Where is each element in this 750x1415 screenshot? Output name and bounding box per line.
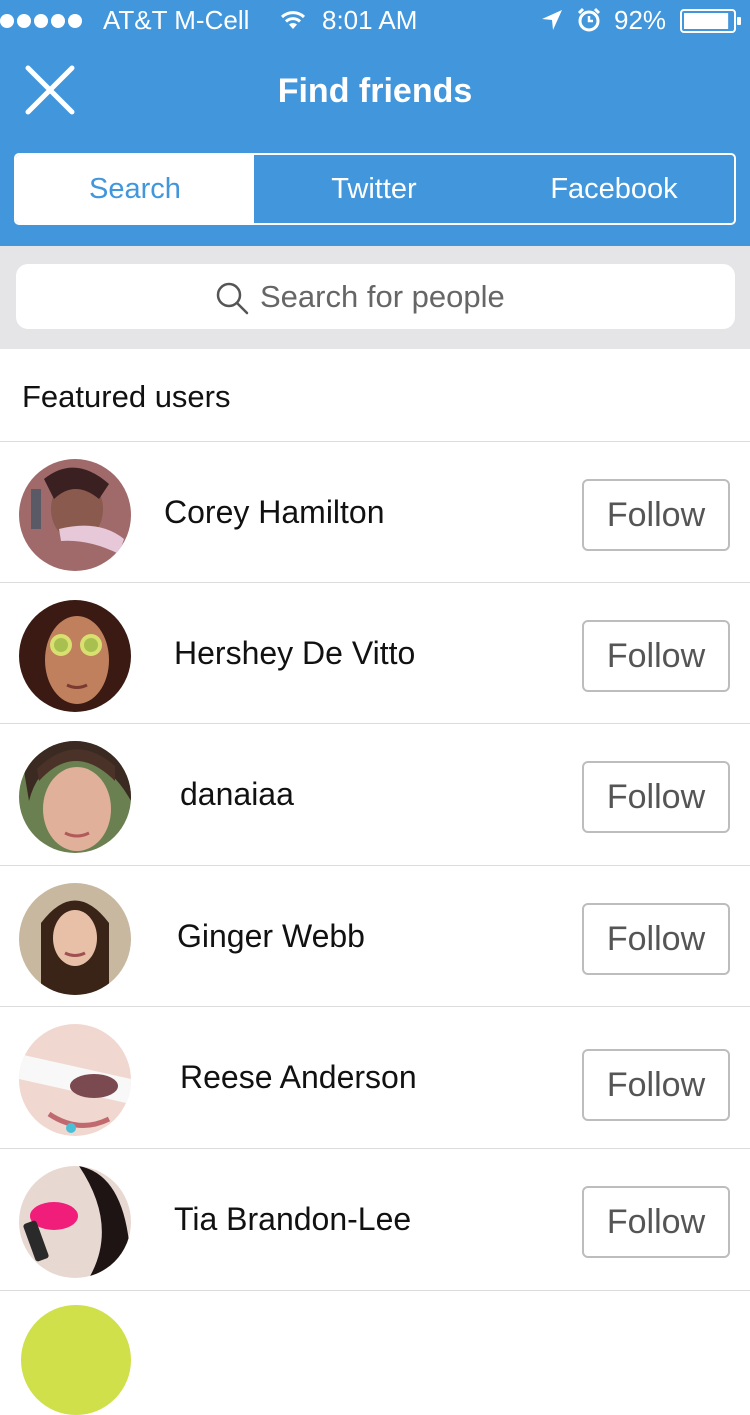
user-name[interactable]: Corey Hamilton (164, 487, 385, 537)
tab-search[interactable]: Search (16, 155, 254, 223)
user-name[interactable]: Ginger Webb (177, 911, 365, 961)
follow-button[interactable]: Follow (582, 479, 730, 551)
section-heading: Featured users (22, 379, 231, 414)
carrier-name: AT&T M-Cell (103, 5, 250, 35)
battery-icon (680, 9, 741, 33)
alarm-clock-icon (577, 7, 601, 32)
follow-button[interactable]: Follow (582, 761, 730, 833)
follow-button[interactable]: Follow (582, 620, 730, 692)
follow-button[interactable]: Follow (582, 903, 730, 975)
tab-twitter[interactable]: Twitter (254, 155, 494, 223)
user-row: Ginger Webb Follow (0, 866, 750, 1007)
user-name[interactable]: Hershey De Vitto (174, 628, 415, 678)
user-row: Tia Brandon-Lee Follow (0, 1149, 750, 1290)
status-time: 8:01 AM (322, 5, 418, 35)
divider (0, 1290, 750, 1291)
avatar[interactable] (19, 1024, 131, 1136)
follow-button[interactable]: Follow (582, 1186, 730, 1258)
avatar[interactable] (21, 1305, 131, 1415)
location-arrow-icon (542, 10, 562, 30)
search-area (0, 246, 750, 349)
source-tabs: Search Twitter Facebook (14, 153, 736, 225)
follow-button[interactable]: Follow (582, 1049, 730, 1121)
page-title: Find friends (277, 72, 473, 110)
user-name[interactable]: Reese Anderson (180, 1052, 417, 1102)
search-icon (216, 282, 249, 315)
tab-facebook[interactable]: Facebook (494, 155, 734, 223)
avatar[interactable] (19, 1166, 131, 1278)
avatar[interactable] (19, 883, 131, 995)
avatar[interactable] (19, 459, 131, 571)
user-row: Hershey De Vitto Follow (0, 583, 750, 724)
user-row: danaiaa Follow (0, 724, 750, 865)
signal-strength-icon (0, 14, 82, 28)
avatar[interactable] (19, 600, 131, 712)
user-name[interactable]: Tia Brandon-Lee (174, 1194, 411, 1244)
header-bar: AT&T M-Cell 8:01 AM 92% Find friends Sea… (0, 0, 750, 246)
user-row: Corey Hamilton Follow (0, 442, 750, 583)
user-name[interactable]: danaiaa (180, 769, 294, 819)
search-input[interactable] (260, 264, 720, 329)
avatar[interactable] (19, 741, 131, 853)
wifi-icon (280, 11, 306, 29)
status-bar: AT&T M-Cell 8:01 AM 92% (0, 0, 750, 40)
battery-percentage: 92% (614, 5, 667, 35)
user-row: Reese Anderson Follow (0, 1007, 750, 1148)
search-box[interactable] (16, 264, 735, 329)
